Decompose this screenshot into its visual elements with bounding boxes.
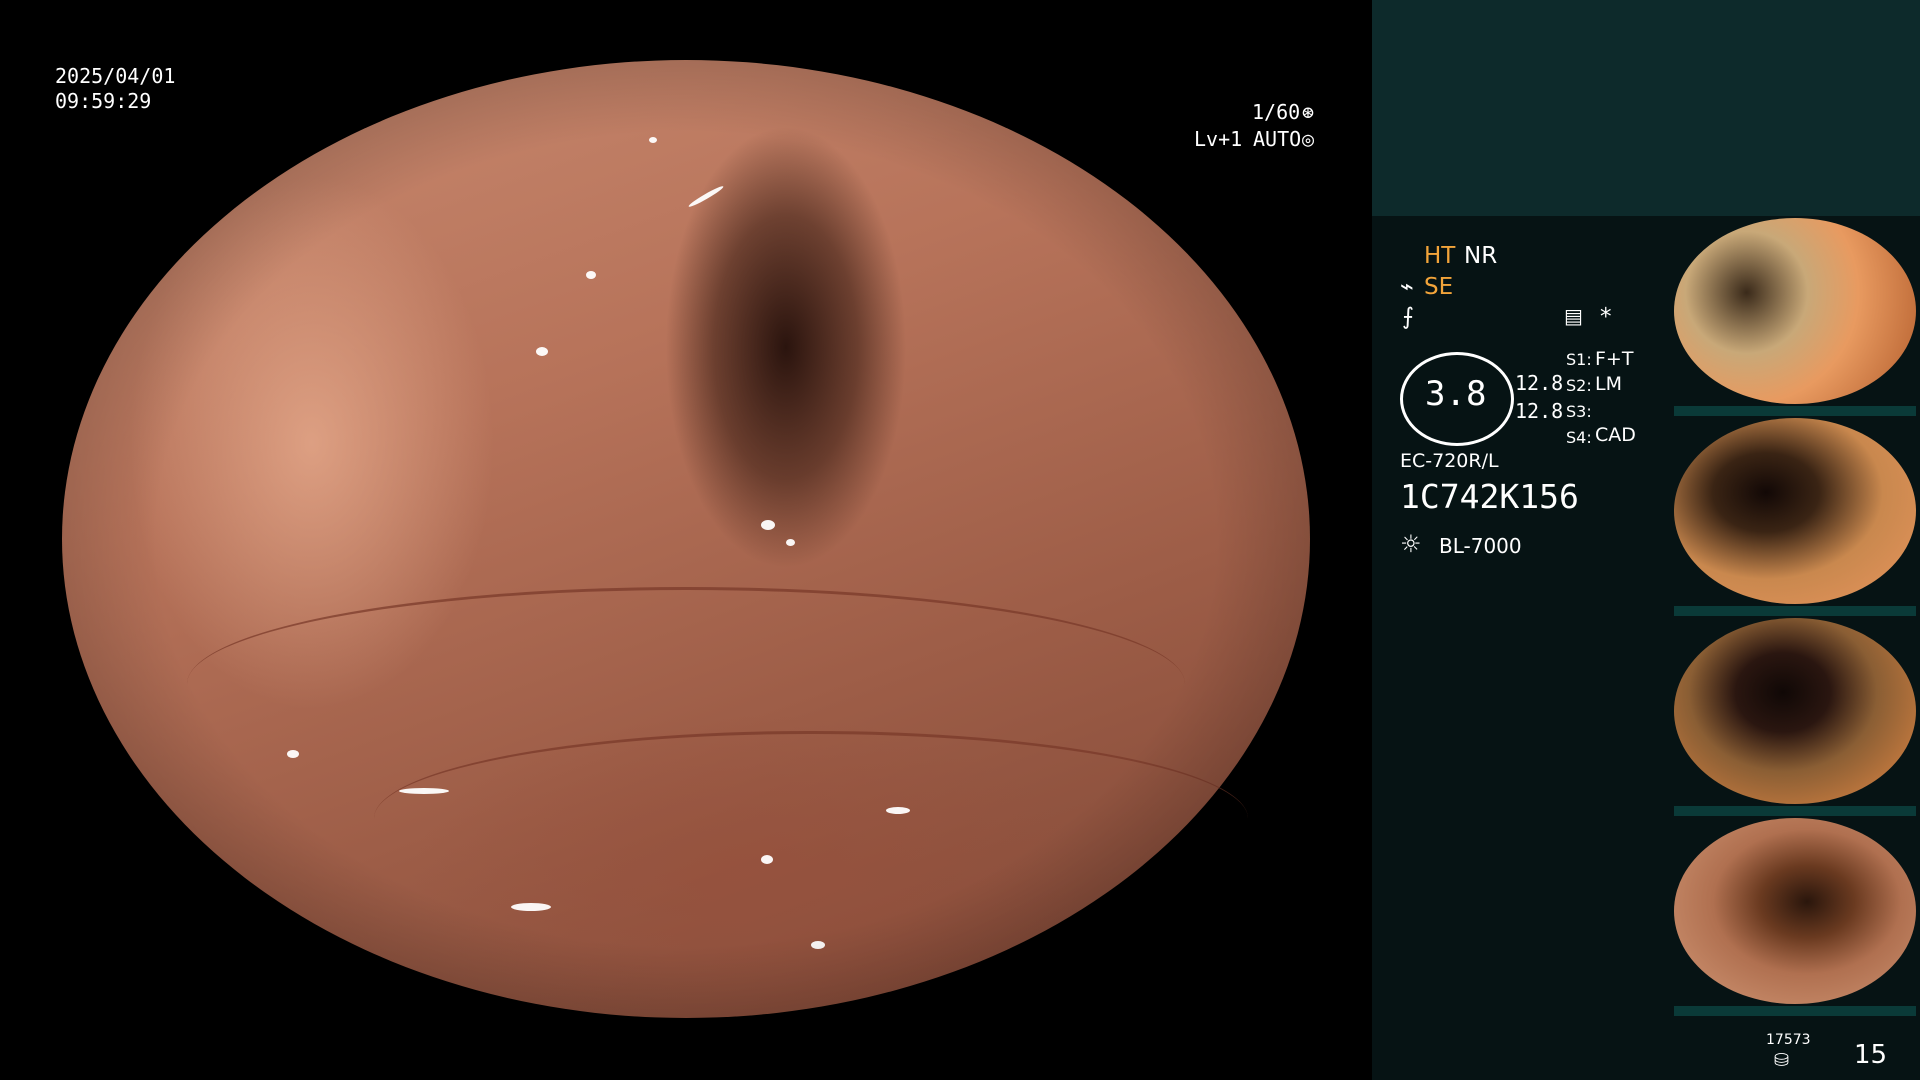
s2-label: S2: — [1566, 376, 1592, 395]
shutter-label: 1/60 — [1252, 100, 1301, 124]
value-2: 12.8 — [1515, 399, 1564, 423]
se-indicator: SE — [1424, 274, 1454, 300]
endoscopic-image — [62, 60, 1310, 1018]
thumbnail-bar — [1674, 406, 1916, 416]
specular-highlight — [785, 539, 795, 546]
nr-indicator: NR — [1464, 243, 1498, 269]
freeze-icon: ⨍ — [1402, 304, 1414, 330]
date-label: 2025/04/01 — [55, 64, 176, 88]
thumbnail-3[interactable] — [1670, 616, 1920, 816]
thumbnail-4[interactable] — [1670, 816, 1920, 1016]
specular-highlight — [687, 184, 725, 209]
specular-highlight — [398, 788, 449, 795]
memo-icon: ▤ — [1564, 304, 1583, 328]
thumbnail-image — [1674, 218, 1916, 404]
mucosal-fold — [186, 586, 1186, 782]
level-label: Lv+1 — [1194, 127, 1243, 151]
s1-label: S1: — [1566, 350, 1592, 369]
specular-highlight — [536, 347, 549, 357]
image-counter: 17573 — [1766, 1032, 1811, 1048]
value-1: 12.8 — [1515, 371, 1564, 395]
specular-highlight — [648, 136, 657, 143]
se-icon: ⌁ — [1400, 274, 1414, 300]
s2-value: LM — [1595, 373, 1622, 395]
specular-highlight — [885, 807, 910, 815]
s4-label: S4: — [1566, 428, 1592, 447]
thumbnail-bar — [1674, 1006, 1916, 1016]
thumbnail-bar — [1674, 606, 1916, 616]
light-source-icon: ☼ — [1400, 530, 1422, 558]
specular-highlight — [760, 855, 773, 865]
panel-header-area — [1372, 0, 1920, 216]
thumbnail-image — [1674, 418, 1916, 604]
mucosal-fold — [374, 730, 1248, 906]
specular-highlight — [286, 749, 299, 758]
time-label: 09:59:29 — [55, 89, 152, 113]
specular-highlight — [586, 270, 597, 279]
iris-icon: ◎ — [1302, 127, 1315, 151]
thumbnail-image — [1674, 818, 1916, 1004]
aperture-icon: ⊛ — [1302, 100, 1315, 124]
specular-highlight — [760, 519, 775, 530]
ht-indicator: HT — [1424, 243, 1456, 269]
gauge-value: 3.8 — [1425, 374, 1487, 414]
storage-icon: ⛁ — [1774, 1050, 1790, 1071]
thumbnail-2[interactable] — [1670, 416, 1920, 616]
thumbnail-image — [1674, 618, 1916, 804]
thumbnail-bar — [1674, 806, 1916, 816]
scope-model: EC-720R/L — [1400, 450, 1499, 472]
endoscope-view: 2025/04/01 09:59:29 1/60 ⊛ Lv+1 AUTO ◎ — [0, 0, 1372, 1080]
mode-label: AUTO — [1253, 127, 1302, 151]
thumbnail-1[interactable] — [1670, 216, 1920, 416]
specular-highlight — [511, 903, 552, 912]
s3-label: S3: — [1566, 402, 1592, 421]
s1-value: F+T — [1595, 348, 1634, 370]
asterisk-indicator: * — [1600, 304, 1612, 330]
specular-highlight — [810, 941, 825, 950]
light-source-label: BL-7000 — [1439, 534, 1522, 558]
scope-serial: 1C742K156 — [1400, 477, 1579, 516]
page-number: 15 — [1854, 1040, 1888, 1070]
s4-value: CAD — [1595, 424, 1636, 446]
